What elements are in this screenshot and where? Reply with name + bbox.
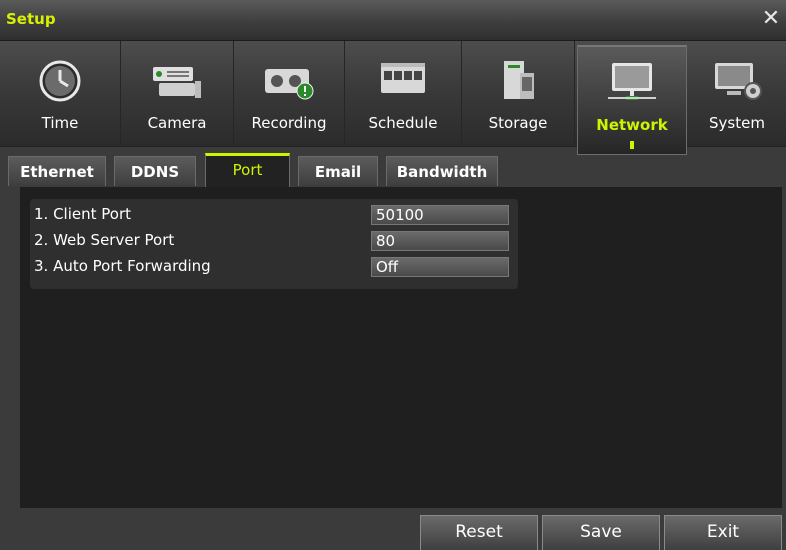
category-time[interactable]: Time [0,41,121,146]
camera-icon [149,59,205,103]
exit-button[interactable]: Exit [664,515,782,550]
setting-row-client-port: 1. Client Port 50100 [30,203,518,227]
network-icon [604,61,660,105]
category-bar: Time Camera Recording Schedule Storage N… [0,41,786,155]
category-network[interactable]: Network [577,45,687,155]
reset-button[interactable]: Reset [420,515,538,550]
category-camera-label: Camera [147,114,207,132]
active-indicator [630,141,634,149]
category-storage-label: Storage [488,114,548,132]
port-settings-panel: 1. Client Port 50100 2. Web Server Port … [20,187,782,508]
setting-label: 2. Web Server Port [34,231,175,249]
tab-ddns[interactable]: DDNS [114,156,196,186]
storage-icon [490,59,546,103]
close-icon[interactable]: ✕ [760,8,782,31]
title-bar: Setup ✕ [0,0,786,41]
category-recording[interactable]: Recording [234,41,345,146]
category-time-label: Time [41,114,79,132]
category-network-label: Network [596,116,668,134]
save-button[interactable]: Save [542,515,660,550]
category-system[interactable]: System [688,41,786,146]
auto-port-forwarding-select[interactable]: Off [371,257,509,277]
setting-row-web-server-port: 2. Web Server Port 80 [30,229,518,253]
settings-list: 1. Client Port 50100 2. Web Server Port … [30,199,518,289]
clock-icon [32,59,88,103]
client-port-field[interactable]: 50100 [371,205,509,225]
recorder-icon [261,59,317,103]
tab-ethernet[interactable]: Ethernet [8,156,106,186]
setting-label: 1. Client Port [34,205,132,223]
setting-label: 3. Auto Port Forwarding [34,257,211,275]
schedule-icon [375,59,431,103]
category-system-label: System [709,114,765,132]
category-schedule-label: Schedule [368,114,438,132]
category-recording-label: Recording [251,114,327,132]
tab-bandwidth[interactable]: Bandwidth [386,156,498,186]
category-storage[interactable]: Storage [462,41,575,146]
window-title: Setup [6,10,56,28]
category-schedule[interactable]: Schedule [345,41,462,146]
system-gear-icon [709,59,765,103]
tab-email[interactable]: Email [298,156,378,186]
tab-port[interactable]: Port [205,153,290,187]
setup-window: Setup ✕ Time Camera Recording Schedule S… [0,0,786,550]
setting-row-auto-port-forwarding: 3. Auto Port Forwarding Off [30,255,518,279]
web-server-port-field[interactable]: 80 [371,231,509,251]
category-camera[interactable]: Camera [121,41,234,146]
